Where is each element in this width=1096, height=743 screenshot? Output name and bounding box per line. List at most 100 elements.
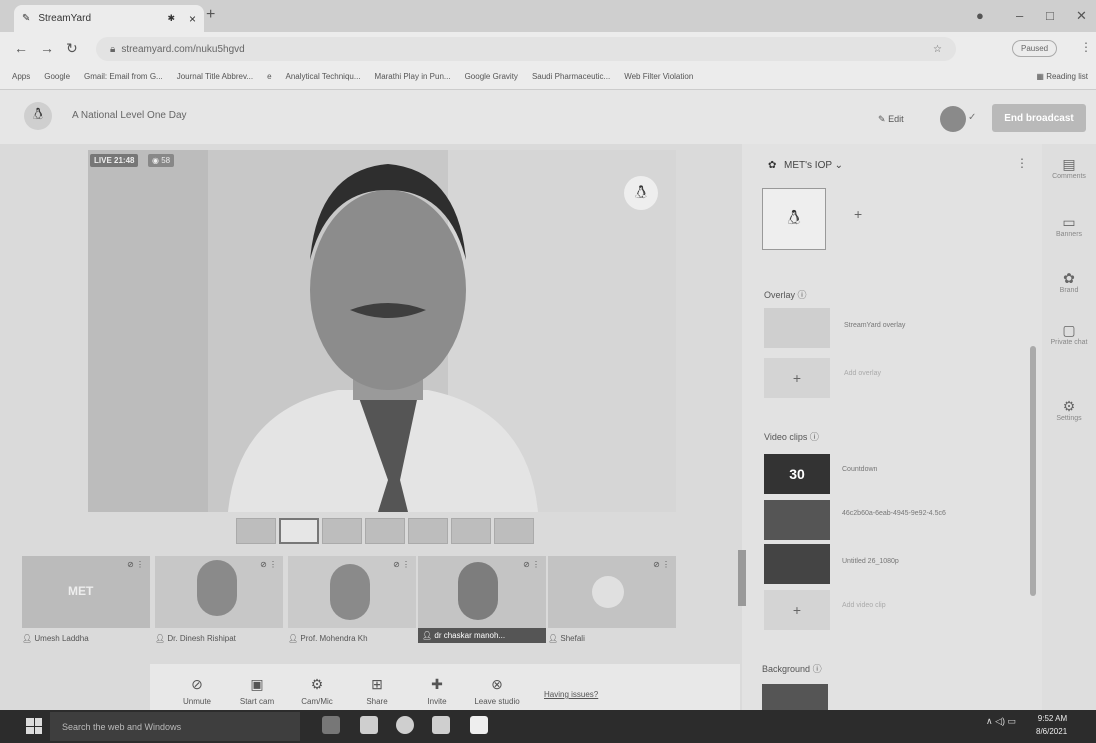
bookmark-item[interactable]: Google Gravity: [465, 72, 518, 81]
tab-mute-icon[interactable]: ✱: [167, 13, 175, 24]
bookmark-item[interactable]: Apps: [12, 72, 30, 81]
bookmark-item[interactable]: e: [267, 72, 271, 81]
windows-start-icon[interactable]: [26, 718, 42, 734]
nav-settings[interactable]: ⚙ Settings: [1042, 398, 1096, 422]
layout-group-button[interactable]: [279, 518, 319, 544]
met-logo-text: MET: [68, 584, 94, 598]
back-arrow-icon[interactable]: ←: [14, 40, 28, 56]
layout-screen-large-button[interactable]: [451, 518, 491, 544]
forward-arrow-icon[interactable]: →: [40, 40, 54, 56]
participant-name: 👤︎ dr chaskar manoh...: [418, 628, 546, 643]
comments-icon: ▤: [1062, 156, 1076, 172]
participant-card[interactable]: ⊘ ⋮ 👤︎ Prof. Mohendra Kh: [288, 556, 416, 648]
reading-list-button[interactable]: ▦ Reading list: [1036, 72, 1088, 81]
bookmark-item[interactable]: Saudi Pharmaceutic...: [532, 72, 610, 81]
add-clip-plus-icon[interactable]: +: [764, 590, 830, 630]
checkmark-icon: ✓: [968, 112, 977, 123]
taskbar-clock[interactable]: 9:52 AM 8/6/2021: [1036, 712, 1067, 738]
clip-thumbnail[interactable]: [764, 544, 830, 584]
participant-video: ⊘ ⋮: [288, 556, 416, 628]
mic-muted-icon[interactable]: ⊘ ⋮: [260, 560, 277, 569]
help-icon: ⓘ: [812, 664, 822, 674]
layout-screen-small-button[interactable]: [408, 518, 448, 544]
profile-button[interactable]: Paused: [1012, 40, 1058, 57]
edit-button[interactable]: ✎ Edit: [878, 114, 904, 125]
cam-off-icon: ▣: [250, 676, 264, 692]
bookmark-star-icon[interactable]: ☆: [933, 44, 942, 55]
layout-fullscreen-button[interactable]: [494, 518, 534, 544]
add-overlay-plus-icon[interactable]: +: [764, 358, 830, 398]
overlay-heading: Overlay ⓘ: [764, 290, 807, 300]
streamyard-taskbar-icon[interactable]: [470, 716, 488, 734]
layout-sidebar-button[interactable]: [365, 518, 405, 544]
browser-menu-icon[interactable]: ⋮: [1080, 40, 1092, 54]
panel-menu-icon[interactable]: ⋮: [1016, 156, 1028, 170]
nav-comments[interactable]: ▤ Comments: [1042, 156, 1096, 180]
bookmark-item[interactable]: Journal Title Abbrev...: [177, 72, 253, 81]
participant-card[interactable]: ⊘ ⋮ 👤︎ Shefali: [548, 556, 676, 648]
lock-icon: 🔒︎: [110, 43, 116, 55]
layout-solo-button[interactable]: [236, 518, 276, 544]
banners-icon: ▭: [1062, 214, 1076, 230]
participant-card-selected[interactable]: ⊘ ⋮ 👤︎ dr chaskar manoh...: [418, 556, 546, 648]
browser-tab[interactable]: ✎ StreamYard ✱ ×: [14, 5, 204, 32]
url-field[interactable]: 🔒︎ streamyard.com/nuku5hgvd ☆: [96, 37, 956, 61]
reload-icon[interactable]: ↻: [66, 40, 78, 57]
system-tray-icons[interactable]: ∧ ◁) ▭: [986, 716, 1016, 727]
end-broadcast-button[interactable]: End broadcast: [992, 104, 1086, 132]
bookmark-item[interactable]: Web Filter Violation: [624, 72, 693, 81]
settings-icon: ⚙: [1062, 398, 1076, 414]
mic-muted-icon[interactable]: ⊘ ⋮: [653, 560, 670, 569]
overlay-thumbnail[interactable]: [764, 308, 830, 348]
invite-button[interactable]: ✚ Invite: [410, 676, 464, 706]
tab-close-icon[interactable]: ×: [189, 12, 196, 26]
add-video-clip-label[interactable]: Add video clip: [842, 602, 886, 609]
nav-brand[interactable]: ✿ Brand: [1042, 270, 1096, 294]
start-cam-button[interactable]: ▣ Start cam: [230, 676, 284, 706]
file-explorer-icon[interactable]: [432, 716, 450, 734]
leave-studio-button[interactable]: ⊗ Leave studio: [470, 676, 524, 706]
share-button[interactable]: ⊞ Share: [350, 676, 404, 706]
close-window-icon[interactable]: ✕: [1076, 8, 1087, 24]
cam-mic-settings-button[interactable]: ⚙ Cam/Mic: [290, 676, 344, 706]
panel-scrollbar[interactable]: [1030, 346, 1036, 596]
edge-icon[interactable]: [360, 716, 378, 734]
task-view-icon[interactable]: [322, 716, 340, 734]
nav-private-chat[interactable]: ▢ Private chat: [1042, 322, 1096, 346]
mic-muted-icon[interactable]: ⊘ ⋮: [393, 560, 410, 569]
having-issues-link[interactable]: Having issues?: [544, 690, 598, 699]
extension-icon[interactable]: ●: [976, 8, 984, 23]
participant-card[interactable]: MET ⊘ ⋮ 👤︎ Umesh Laddha: [22, 556, 150, 648]
mic-icon[interactable]: ⊘ ⋮: [523, 560, 540, 569]
streamyard-logo-icon[interactable]: 🐧︎: [24, 102, 52, 130]
bookmark-item[interactable]: Marathi Play in Pun...: [375, 72, 451, 81]
add-logo-plus-icon[interactable]: +: [854, 206, 862, 222]
clip-thumbnail[interactable]: [764, 500, 830, 540]
brand-selector[interactable]: MET's IOP ⌄: [784, 160, 843, 171]
add-overlay-label[interactable]: Add overlay: [844, 370, 881, 377]
url-text: streamyard.com/nuku5hgvd: [121, 43, 245, 55]
taskbar-search-input[interactable]: Search the web and Windows: [50, 712, 300, 741]
invite-icon: ✚: [431, 676, 443, 692]
bookmark-item[interactable]: Gmail: Email from G...: [84, 72, 163, 81]
new-tab-plus-icon[interactable]: +: [206, 6, 215, 24]
chrome-icon[interactable]: [396, 716, 414, 734]
brand-logo-card[interactable]: 🐧︎: [762, 188, 826, 250]
maximize-icon[interactable]: □: [1046, 8, 1054, 23]
host-avatar[interactable]: [940, 106, 966, 132]
background-thumbnail[interactable]: [762, 684, 828, 710]
clip-name: Untitled 26_1080p: [842, 558, 899, 565]
eye-icon: ◉: [152, 156, 159, 165]
avatar-placeholder-icon: [592, 576, 624, 608]
nav-banners[interactable]: ▭ Banners: [1042, 214, 1096, 238]
layout-leader-button[interactable]: [322, 518, 362, 544]
unmute-button[interactable]: ⊘ Unmute: [170, 676, 224, 706]
bookmark-item[interactable]: Google: [44, 72, 70, 81]
broadcast-title[interactable]: A National Level One Day: [72, 110, 187, 121]
participant-card[interactable]: ⊘ ⋮ 👤︎ Dr. Dinesh Rishipat: [155, 556, 283, 648]
countdown-clip-thumbnail[interactable]: 30: [764, 454, 830, 494]
minimize-icon[interactable]: –: [1016, 8, 1023, 23]
studio-scrollbar[interactable]: [738, 550, 746, 606]
bookmark-item[interactable]: Analytical Techniqu...: [286, 72, 361, 81]
mic-muted-icon[interactable]: ⊘ ⋮: [127, 560, 144, 569]
